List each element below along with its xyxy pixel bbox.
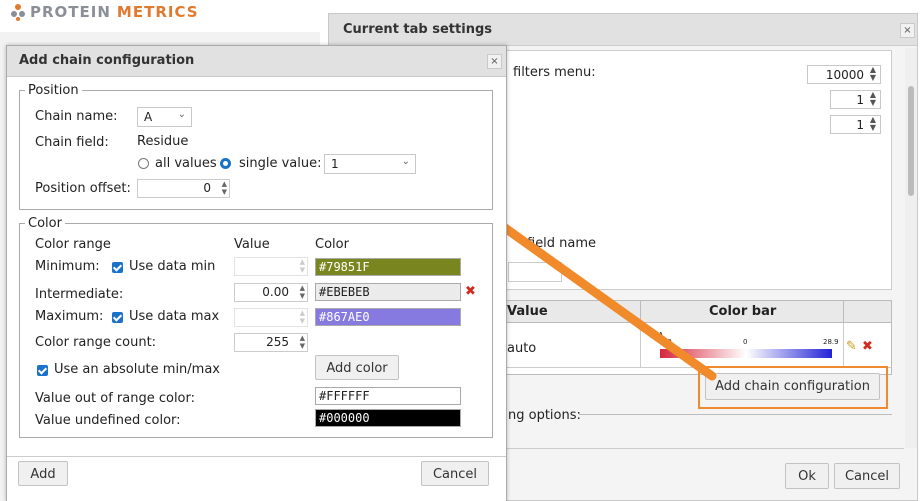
bar-tick-mid: 0 bbox=[743, 338, 748, 346]
spin1-value: 10000 bbox=[825, 67, 864, 82]
spinner-3[interactable]: 1 ▲ ▼ bbox=[830, 115, 881, 134]
scrollbar-thumb[interactable] bbox=[908, 86, 914, 196]
edit-pencil-icon[interactable]: ✎ bbox=[846, 339, 857, 354]
spin-arrows-icon[interactable]: ▲ ▼ bbox=[300, 334, 305, 350]
chain-name-value: A bbox=[144, 110, 153, 124]
dialog-close-icon[interactable]: × bbox=[487, 54, 502, 69]
filters-spinner[interactable]: 10000 ▲ ▼ bbox=[807, 65, 881, 84]
intermediate-color-swatch[interactable]: #EBEBEB bbox=[315, 283, 461, 301]
bar-tick-max: 28.9 bbox=[823, 338, 839, 346]
color-header: Color bbox=[315, 237, 349, 252]
out-of-range-label: Value out of range color: bbox=[35, 391, 196, 406]
position-offset-input[interactable]: 0 ▲ ▼ bbox=[137, 179, 230, 198]
spin-arrows-icon: ▲ ▼ bbox=[299, 258, 305, 274]
add-chain-configuration-dialog: Add chain configuration × Position Chain… bbox=[6, 45, 507, 501]
highlight-box bbox=[698, 366, 888, 409]
minimum-value-input[interactable]: ▲ ▼ bbox=[234, 257, 308, 276]
minimum-label: Minimum: bbox=[35, 259, 100, 274]
use-data-min-checkbox[interactable] bbox=[112, 262, 123, 273]
chain-field-value: Residue bbox=[137, 134, 189, 149]
spin-arrows-icon: ▲ ▼ bbox=[869, 65, 877, 82]
position-legend: Position bbox=[28, 83, 79, 98]
back-footer-divider bbox=[494, 448, 904, 449]
count-value: 255 bbox=[266, 335, 289, 349]
offset-value: 0 bbox=[203, 181, 211, 195]
absolute-min-max-checkbox[interactable] bbox=[37, 365, 48, 376]
intermediate-label: Intermediate: bbox=[35, 287, 124, 302]
dialog-footer: Add Cancel bbox=[7, 456, 506, 501]
single-value-select[interactable]: 1 ⌄ bbox=[324, 154, 416, 174]
spin-arrows-icon: ▲ ▼ bbox=[299, 309, 305, 325]
spinner-2[interactable]: 1 ▲ ▼ bbox=[830, 90, 881, 109]
all-values-label: all values bbox=[155, 156, 217, 171]
cancel-button[interactable]: Cancel bbox=[421, 461, 489, 486]
absolute-min-max-label: Use an absolute min/max bbox=[54, 362, 220, 377]
maximum-value-input[interactable]: ▲ ▼ bbox=[234, 308, 308, 327]
single-value-label: single value: bbox=[239, 156, 322, 171]
color-range-count-input[interactable]: 255 ▲ ▼ bbox=[234, 333, 308, 352]
spin3-value: 1 bbox=[856, 117, 864, 132]
single-value-radio[interactable] bbox=[220, 158, 231, 169]
use-data-max-checkbox[interactable] bbox=[112, 312, 123, 323]
single-value-value: 1 bbox=[331, 157, 339, 171]
add-color-button[interactable]: Add color bbox=[315, 355, 399, 380]
spin2-value: 1 bbox=[856, 92, 864, 107]
out-of-range-color-swatch[interactable]: #FFFFFF bbox=[315, 387, 461, 405]
protein-metrics-logo: PROTEIN METRICS bbox=[10, 2, 199, 22]
logo-text-b: METRICS bbox=[116, 3, 199, 21]
options-divider bbox=[579, 414, 892, 415]
use-data-max-label: Use data max bbox=[129, 309, 220, 324]
add-button[interactable]: Add bbox=[18, 461, 68, 486]
back-cancel-button[interactable]: Cancel bbox=[834, 463, 900, 489]
maximum-color-swatch[interactable]: #867AE0 bbox=[315, 308, 461, 326]
value-header: Value bbox=[234, 237, 270, 252]
filters-label: filters menu: bbox=[513, 65, 596, 80]
back-dialog-title: Current tab settings bbox=[329, 14, 917, 46]
minimum-color-swatch[interactable]: #79851F bbox=[315, 258, 461, 276]
logo-mark-icon bbox=[11, 4, 25, 21]
use-data-min-label: Use data min bbox=[129, 259, 216, 274]
chain-name-select[interactable]: A ⌄ bbox=[137, 107, 192, 127]
intermediate-value-input[interactable]: 0.00 ▲ ▼ bbox=[234, 283, 308, 302]
color-range-count-label: Color range count: bbox=[35, 335, 157, 350]
back-close-icon[interactable]: × bbox=[900, 23, 915, 38]
chain-name-label: Chain name: bbox=[35, 109, 118, 124]
undefined-color-swatch[interactable]: #000000 bbox=[315, 409, 461, 427]
all-values-radio[interactable] bbox=[138, 158, 149, 169]
position-offset-label: Position offset: bbox=[35, 181, 131, 196]
back-scrollbar[interactable] bbox=[905, 48, 917, 448]
remove-intermediate-icon[interactable]: ✖ bbox=[465, 284, 476, 299]
chevron-down-icon: ⌄ bbox=[401, 156, 410, 167]
dialog-title: Add chain configuration bbox=[7, 46, 506, 77]
undefined-color-label: Value undefined color: bbox=[35, 413, 181, 428]
color-range-label: Color range bbox=[35, 237, 111, 252]
chevron-down-icon: ⌄ bbox=[177, 109, 186, 120]
spin-arrows-icon: ▲ ▼ bbox=[869, 90, 877, 107]
ok-button[interactable]: Ok bbox=[785, 463, 829, 489]
delete-x-icon[interactable]: ✖ bbox=[862, 339, 873, 354]
color-legend: Color bbox=[28, 216, 62, 231]
spin-arrows-icon[interactable]: ▲ ▼ bbox=[222, 180, 227, 196]
spin-arrows-icon[interactable]: ▲ ▼ bbox=[300, 284, 305, 300]
chain-field-label: Chain field: bbox=[35, 135, 109, 150]
options-label: ng options: bbox=[508, 408, 581, 423]
logo-text-a: PROTEIN bbox=[30, 3, 111, 21]
spin-arrows-icon: ▲ ▼ bbox=[869, 115, 877, 132]
maximum-label: Maximum: bbox=[35, 309, 104, 324]
intermediate-value: 0.00 bbox=[262, 285, 289, 299]
